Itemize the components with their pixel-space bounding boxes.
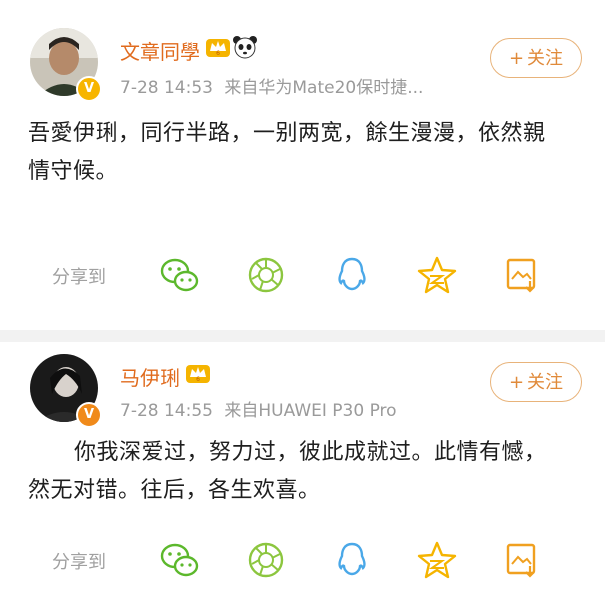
share-label: 分享到 <box>52 552 106 573</box>
username[interactable]: 马伊琍 <box>120 362 180 391</box>
verified-badge-icon: V <box>76 76 102 102</box>
post-text-line: 然无对错。往后，各生欢喜。 <box>28 478 321 503</box>
weibo-post-2: V 马伊琍 6 7-28 14:55 来自HUAWEI P30 Pro + 关注 … <box>0 342 605 590</box>
follow-button[interactable]: + 关注 <box>490 362 582 402</box>
share-bar: 分享到 <box>0 251 605 301</box>
post-source: 来自HUAWEI P30 Pro <box>224 401 397 421</box>
qq-icon[interactable] <box>330 253 374 297</box>
post-source: 来自华为Mate20保时捷... <box>224 78 424 98</box>
plus-icon: + <box>508 48 525 69</box>
post-meta: 7-28 14:53 来自华为Mate20保时捷... <box>120 73 429 98</box>
follow-button[interactable]: + 关注 <box>490 38 582 78</box>
post-meta: 7-28 14:55 来自HUAWEI P30 Pro <box>120 396 403 421</box>
post-text-line: 吾愛伊琍，同行半路，一别两宽，餘生漫漫，依然親 <box>28 121 546 146</box>
post-text-line: 你我深爱过，努力过，彼此成就过。此情有憾， <box>74 440 547 465</box>
post-text-line: 情守候。 <box>28 159 119 184</box>
weibo-post-1: V 文章同學 6 7-28 14:53 来自华为Mate20保时捷... + 关注… <box>0 0 605 330</box>
vip-crown-icon: 6 <box>186 365 210 383</box>
qq-icon[interactable] <box>330 538 374 582</box>
share-bar: 分享到 <box>0 536 605 586</box>
username[interactable]: 文章同學 <box>120 36 200 65</box>
moments-icon[interactable] <box>244 253 288 297</box>
post-divider <box>0 330 605 342</box>
post-time: 7-28 14:53 <box>120 78 213 98</box>
qzone-star-icon[interactable] <box>415 253 459 297</box>
post-text: 吾愛伊琍，同行半路，一别两宽，餘生漫漫，依然親 情守候。 <box>28 115 546 191</box>
post-time: 7-28 14:55 <box>120 401 213 421</box>
verified-badge-icon: V <box>76 402 102 428</box>
plus-icon: + <box>508 372 525 393</box>
qzone-star-icon[interactable] <box>415 538 459 582</box>
panda-icon <box>233 36 257 59</box>
svg-text:6: 6 <box>216 50 220 57</box>
wechat-icon[interactable] <box>158 538 202 582</box>
post-text: 你我深爱过，努力过，彼此成就过。此情有憾， 然无对错。往后，各生欢喜。 <box>28 434 547 510</box>
follow-label: 关注 <box>527 372 564 393</box>
share-label: 分享到 <box>52 267 106 288</box>
moments-icon[interactable] <box>244 538 288 582</box>
wechat-icon[interactable] <box>158 253 202 297</box>
save-image-icon[interactable] <box>500 538 544 582</box>
vip-crown-icon: 6 <box>206 39 230 57</box>
svg-text:6: 6 <box>196 376 200 383</box>
follow-label: 关注 <box>527 48 564 69</box>
save-image-icon[interactable] <box>500 253 544 297</box>
